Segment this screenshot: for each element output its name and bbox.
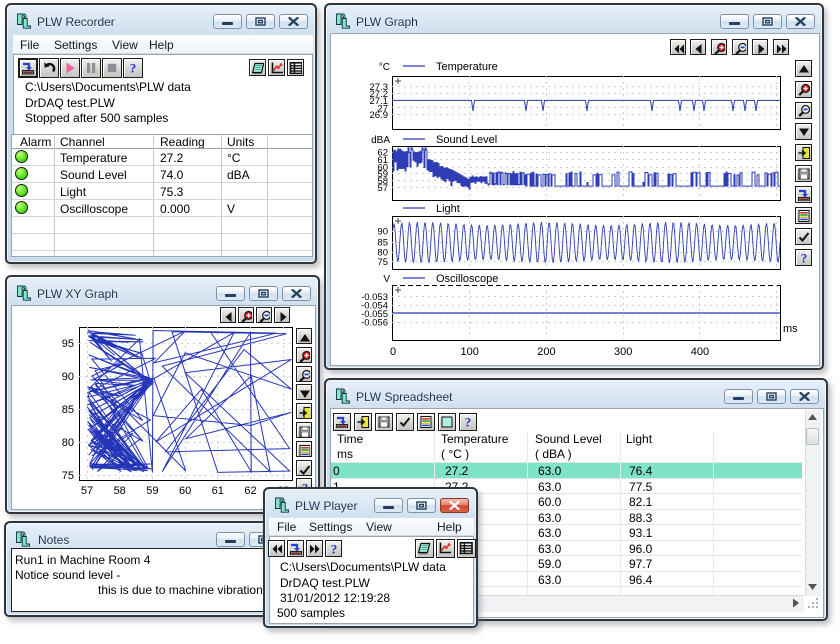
svg-text:200: 200 bbox=[537, 346, 555, 358]
svg-text:59: 59 bbox=[146, 485, 158, 497]
svg-text:57: 57 bbox=[81, 485, 93, 497]
svg-text:Light: Light bbox=[436, 203, 460, 215]
svg-text:Oscilloscope: Oscilloscope bbox=[436, 273, 498, 285]
svg-text:75: 75 bbox=[377, 257, 388, 268]
svg-text:62: 62 bbox=[244, 485, 256, 497]
svg-text:90: 90 bbox=[62, 371, 74, 383]
svg-text:85: 85 bbox=[62, 404, 74, 416]
svg-text:80: 80 bbox=[62, 437, 74, 449]
svg-text:58: 58 bbox=[114, 485, 126, 497]
svg-text:400: 400 bbox=[691, 346, 709, 358]
svg-text:57: 57 bbox=[377, 183, 388, 194]
svg-text:60: 60 bbox=[179, 485, 191, 497]
svg-text:90: 90 bbox=[377, 227, 388, 238]
svg-text:Sound Level: Sound Level bbox=[436, 134, 497, 146]
svg-text:-0.056: -0.056 bbox=[361, 318, 388, 329]
svg-text:75: 75 bbox=[62, 470, 74, 482]
svg-text:Temperature: Temperature bbox=[436, 61, 498, 73]
svg-text:300: 300 bbox=[614, 346, 632, 358]
svg-text:100: 100 bbox=[461, 346, 479, 358]
svg-text:ms: ms bbox=[783, 323, 798, 335]
svg-text:95: 95 bbox=[62, 338, 74, 350]
svg-text:26.9: 26.9 bbox=[370, 110, 389, 121]
svg-text:?: ? bbox=[331, 542, 338, 555]
svg-text:?: ? bbox=[130, 61, 137, 75]
svg-text:dBA: dBA bbox=[371, 135, 390, 146]
svg-text:V: V bbox=[383, 274, 390, 285]
svg-text:61: 61 bbox=[212, 485, 224, 497]
svg-text:?: ? bbox=[465, 415, 472, 428]
svg-text:°C: °C bbox=[379, 62, 390, 73]
svg-text:0: 0 bbox=[390, 346, 396, 358]
